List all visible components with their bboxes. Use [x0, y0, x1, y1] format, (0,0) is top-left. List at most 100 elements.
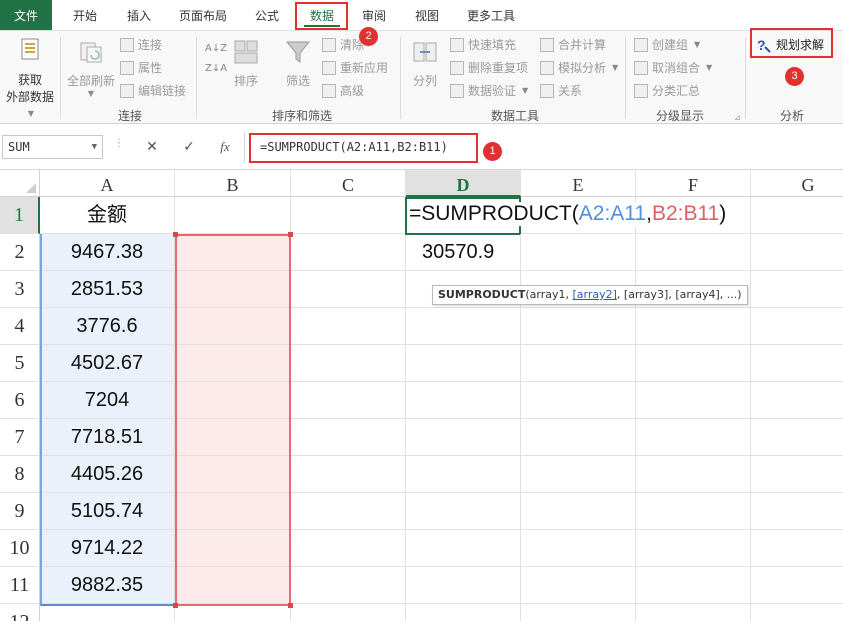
cell-c6[interactable] [291, 382, 406, 419]
cell-a4[interactable]: 3776.6 [40, 308, 175, 345]
cell-c12[interactable] [291, 604, 406, 621]
tab-home[interactable]: 开始 [62, 0, 108, 30]
cell-f2[interactable] [636, 234, 751, 271]
row-header-10[interactable]: 10 [0, 530, 40, 567]
cell-e10[interactable] [521, 530, 636, 567]
cell-f12[interactable] [636, 604, 751, 621]
cell-g9[interactable] [751, 493, 843, 530]
chevron-down-icon[interactable]: ▼ [92, 136, 97, 158]
cell-g6[interactable] [751, 382, 843, 419]
cell-e4[interactable] [521, 308, 636, 345]
cell-d2[interactable]: 30570.9 [406, 234, 521, 271]
cell-e7[interactable] [521, 419, 636, 456]
cell-a5[interactable]: 4502.67 [40, 345, 175, 382]
cell-d12[interactable] [406, 604, 521, 621]
tab-file[interactable]: 文件 [0, 0, 52, 30]
cell-a2[interactable]: 9467.38 [40, 234, 175, 271]
properties-button[interactable]: 属性 [120, 58, 162, 78]
cell-g11[interactable] [751, 567, 843, 604]
cell-a3[interactable]: 2851.53 [40, 271, 175, 308]
cell-d11[interactable] [406, 567, 521, 604]
cell-b6[interactable] [175, 382, 291, 419]
cell-b8[interactable] [175, 456, 291, 493]
cell-e11[interactable] [521, 567, 636, 604]
row-header-2[interactable]: 2 [0, 234, 40, 271]
cell-c9[interactable] [291, 493, 406, 530]
cell-c3[interactable] [291, 271, 406, 308]
column-header-c[interactable]: C [291, 170, 406, 197]
connections-button[interactable]: 连接 [120, 35, 162, 55]
refresh-all-button[interactable]: 全部刷新 ▼ [64, 39, 118, 98]
cell-f7[interactable] [636, 419, 751, 456]
cell-a9[interactable]: 5105.74 [40, 493, 175, 530]
row-header-7[interactable]: 7 [0, 419, 40, 456]
name-box[interactable]: SUM ▼ [2, 135, 103, 159]
cell-g1[interactable] [751, 197, 843, 234]
cell-e9[interactable] [521, 493, 636, 530]
data-validation-button[interactable]: 数据验证 ▼ [450, 81, 528, 101]
cell-g7[interactable] [751, 419, 843, 456]
cell-f10[interactable] [636, 530, 751, 567]
row-header-9[interactable]: 9 [0, 493, 40, 530]
sort-asc-desc-buttons[interactable]: A↓Z Z↓A [205, 41, 227, 81]
remove-duplicates-button[interactable]: 删除重复项 [450, 58, 528, 78]
cell-b12[interactable] [175, 604, 291, 621]
cancel-icon[interactable]: ✕ [140, 135, 164, 159]
relationships-button[interactable]: 关系 [540, 81, 582, 101]
cell-a7[interactable]: 7718.51 [40, 419, 175, 456]
cell-g12[interactable] [751, 604, 843, 621]
cell-a1[interactable]: 金额 [40, 197, 175, 234]
cell-f8[interactable] [636, 456, 751, 493]
row-header-5[interactable]: 5 [0, 345, 40, 382]
cell-e6[interactable] [521, 382, 636, 419]
tab-view[interactable]: 视图 [404, 0, 450, 30]
column-header-g[interactable]: G [751, 170, 843, 197]
cell-d10[interactable] [406, 530, 521, 567]
cell-f5[interactable] [636, 345, 751, 382]
cell-e2[interactable] [521, 234, 636, 271]
cell-d8[interactable] [406, 456, 521, 493]
row-header-6[interactable]: 6 [0, 382, 40, 419]
cell-b7[interactable] [175, 419, 291, 456]
cell-f9[interactable] [636, 493, 751, 530]
cell-e8[interactable] [521, 456, 636, 493]
cell-f11[interactable] [636, 567, 751, 604]
column-header-b[interactable]: B [175, 170, 291, 197]
cell-b3[interactable] [175, 271, 291, 308]
dialog-launcher-icon[interactable]: ⊿ [734, 113, 741, 122]
cell-c1[interactable] [291, 197, 406, 234]
cell-a12[interactable] [40, 604, 175, 621]
group-button[interactable]: 创建组 ▼ [634, 35, 700, 55]
edit-links-button[interactable]: 编辑链接 [120, 81, 186, 101]
column-header-e[interactable]: E [521, 170, 636, 197]
cell-b1[interactable] [175, 197, 291, 234]
cell-f6[interactable] [636, 382, 751, 419]
cell-d9[interactable] [406, 493, 521, 530]
formula-bar-splitter[interactable]: ⋮ [114, 138, 125, 149]
ungroup-button[interactable]: 取消组合 ▼ [634, 58, 712, 78]
cell-c10[interactable] [291, 530, 406, 567]
cell-b10[interactable] [175, 530, 291, 567]
subtotal-button[interactable]: 分类汇总 [634, 81, 700, 101]
filter-button[interactable]: 筛选 [278, 39, 318, 89]
advanced-filter-button[interactable]: 高级 [322, 81, 364, 101]
row-header-4[interactable]: 4 [0, 308, 40, 345]
row-header-3[interactable]: 3 [0, 271, 40, 308]
select-all-corner[interactable] [0, 170, 40, 197]
row-header-11[interactable]: 11 [0, 567, 40, 604]
cell-b5[interactable] [175, 345, 291, 382]
cell-a11[interactable]: 9882.35 [40, 567, 175, 604]
cell-d1-editing[interactable]: =SUMPRODUCT(A2:A11,B2:B11) [409, 202, 727, 226]
consolidate-button[interactable]: 合并计算 [540, 35, 606, 55]
cell-b2[interactable] [175, 234, 291, 271]
tab-formulas[interactable]: 公式 [244, 0, 290, 30]
column-header-d[interactable]: D [406, 170, 521, 197]
cell-c7[interactable] [291, 419, 406, 456]
cell-e5[interactable] [521, 345, 636, 382]
tab-page-layout[interactable]: 页面布局 [170, 0, 236, 30]
cell-g3[interactable] [751, 271, 843, 308]
solver-button[interactable]: ? 规划求解 [756, 35, 824, 55]
cell-g2[interactable] [751, 234, 843, 271]
tooltip-function-name[interactable]: SUMPRODUCT [438, 288, 525, 301]
enter-icon[interactable]: ✓ [177, 135, 201, 159]
